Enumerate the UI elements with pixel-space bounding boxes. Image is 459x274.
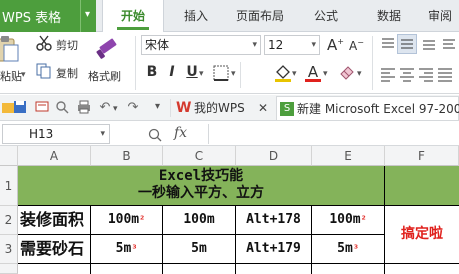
tab-insert[interactable]: 插入 (168, 0, 224, 32)
chevron-down-icon: ▾ (100, 129, 105, 139)
title-line-1: Excel技巧能 (158, 168, 244, 184)
tab-review[interactable]: 审阅 (428, 0, 459, 32)
tab-page-layout[interactable]: 页面布局 (228, 0, 292, 32)
redo-icon[interactable]: ↷ (125, 100, 141, 116)
chevron-down-icon[interactable]: ▾ (323, 69, 328, 79)
chevron-down-icon[interactable]: ▾ (113, 104, 118, 114)
print-preview-icon[interactable] (34, 100, 50, 116)
chevron-down-icon: ▾ (311, 40, 316, 50)
cut-label: 剪切 (56, 39, 78, 52)
italic-button[interactable]: I (163, 64, 181, 80)
cell-f2-result[interactable]: 搞定啦 (385, 206, 459, 264)
format-painter-label: 格式刷 (88, 70, 121, 83)
row-header-3[interactable]: 3 (0, 235, 18, 264)
tab-data[interactable]: 数据 (360, 0, 418, 32)
cell-a2[interactable]: 装修面积 (18, 206, 91, 235)
tab-formulas[interactable]: 公式 (298, 0, 354, 32)
name-box[interactable]: H13 ▾ (2, 124, 110, 144)
chevron-down-icon[interactable]: ▾ (357, 69, 362, 79)
copy-button[interactable]: 复制 (36, 63, 86, 81)
tab-home[interactable]: 开始 (102, 0, 164, 32)
align-center-icon[interactable] (399, 66, 415, 82)
font-color-button[interactable]: A (304, 62, 322, 82)
align-bottom-icon[interactable] (421, 36, 437, 52)
align-middle-icon[interactable] (397, 34, 417, 54)
scissors-icon (36, 35, 52, 51)
copy-icon (36, 63, 52, 79)
cell-c2[interactable]: 100m (163, 206, 236, 235)
cut-button[interactable]: 剪切 (36, 35, 86, 53)
font-name-select[interactable]: 宋体 ▾ (141, 35, 261, 55)
zoom-icon[interactable] (148, 127, 162, 142)
cell-c4[interactable] (163, 264, 236, 274)
align-right-icon[interactable] (418, 66, 434, 82)
bold-button[interactable]: B (143, 64, 161, 80)
chevron-down-icon[interactable]: ▾ (199, 69, 204, 79)
justify-icon[interactable] (437, 66, 453, 82)
column-header-c[interactable]: C (163, 146, 236, 166)
column-header-b[interactable]: B (91, 146, 163, 166)
spreadsheet-icon: S (280, 102, 294, 116)
close-icon[interactable]: ✕ (258, 96, 268, 120)
cell-b4[interactable] (91, 264, 163, 274)
cell-c3[interactable]: 5m (163, 235, 236, 264)
chevron-down-icon[interactable]: ▾ (292, 69, 297, 79)
align-top-icon[interactable] (380, 36, 396, 52)
cell-e3[interactable]: 5m³ (312, 235, 385, 264)
formula-input[interactable] (208, 124, 459, 144)
title-line-2: 一秒输入平方、立方 (138, 185, 264, 201)
column-header-d[interactable]: D (236, 146, 312, 166)
row-header-4[interactable] (0, 264, 18, 274)
chevron-down-icon: ▾ (85, 9, 91, 20)
chevron-down-icon: ▾ (252, 40, 257, 50)
chevron-down-icon[interactable]: ▾ (155, 101, 160, 112)
select-all-corner[interactable] (0, 146, 18, 166)
border-icon[interactable] (213, 65, 229, 81)
fill-color-icon[interactable] (274, 63, 292, 83)
format-painter-button[interactable]: 格式刷 (88, 34, 128, 90)
cell-a3[interactable]: 需要砂石 (18, 235, 91, 264)
chevron-down-icon[interactable]: ▾ (21, 70, 26, 80)
format-painter-icon (96, 34, 120, 60)
eraser-icon[interactable] (338, 63, 356, 81)
column-header-f[interactable]: F (385, 146, 459, 166)
cell-d4[interactable] (236, 264, 312, 274)
chevron-down-icon[interactable]: ▾ (231, 69, 236, 79)
cell-d3[interactable]: Alt+179 (236, 235, 312, 264)
cell-a4[interactable] (18, 264, 91, 274)
font-size-select[interactable]: 12 ▾ (264, 35, 320, 55)
save-icon[interactable] (12, 100, 28, 116)
align-left-icon[interactable] (380, 66, 396, 82)
row-header-2[interactable]: 2 (0, 206, 18, 235)
function-icon[interactable]: fx (174, 125, 187, 141)
app-menu-button[interactable]: WPS 表格 ▾ (0, 0, 96, 32)
wps-logo-icon: W (176, 100, 192, 116)
grow-font-button[interactable]: A+ (327, 36, 344, 54)
paste-icon[interactable] (0, 36, 20, 62)
copy-label: 复制 (56, 67, 78, 80)
app-menu-label: WPS 表格 (2, 11, 62, 26)
cell-b3[interactable]: 5m³ (91, 235, 163, 264)
row-header-1[interactable]: 1 (0, 166, 18, 206)
tab-document[interactable]: S 新建 Microsoft Excel 97-200 (276, 96, 459, 120)
shrink-font-button[interactable]: A− (349, 38, 364, 53)
cell-f1[interactable] (385, 166, 459, 206)
search-icon[interactable] (54, 100, 70, 116)
cell-a1-title[interactable]: Excel技巧能 一秒输入平方、立方 (18, 166, 385, 206)
cell-e4[interactable] (312, 264, 385, 274)
paste-label[interactable]: 粘贴 (0, 68, 22, 84)
cell-b2[interactable]: 100m² (91, 206, 163, 235)
undo-icon[interactable]: ↶ (97, 100, 113, 116)
ribbon-toolbar: 粘贴 ▾ 剪切 复制 格式刷 宋体 ▾ 12 ▾ A+ A− B I U ▾ ▾… (0, 32, 459, 94)
cell-d2[interactable]: Alt+178 (236, 206, 312, 235)
cell-e2[interactable]: 100m² (312, 206, 385, 235)
tab-my-wps[interactable]: W 我的WPS ✕ (174, 96, 274, 120)
column-header-a[interactable]: A (18, 146, 91, 166)
wrap-icon[interactable] (441, 36, 457, 52)
column-header-e[interactable]: E (312, 146, 385, 166)
print-icon[interactable] (76, 100, 92, 116)
